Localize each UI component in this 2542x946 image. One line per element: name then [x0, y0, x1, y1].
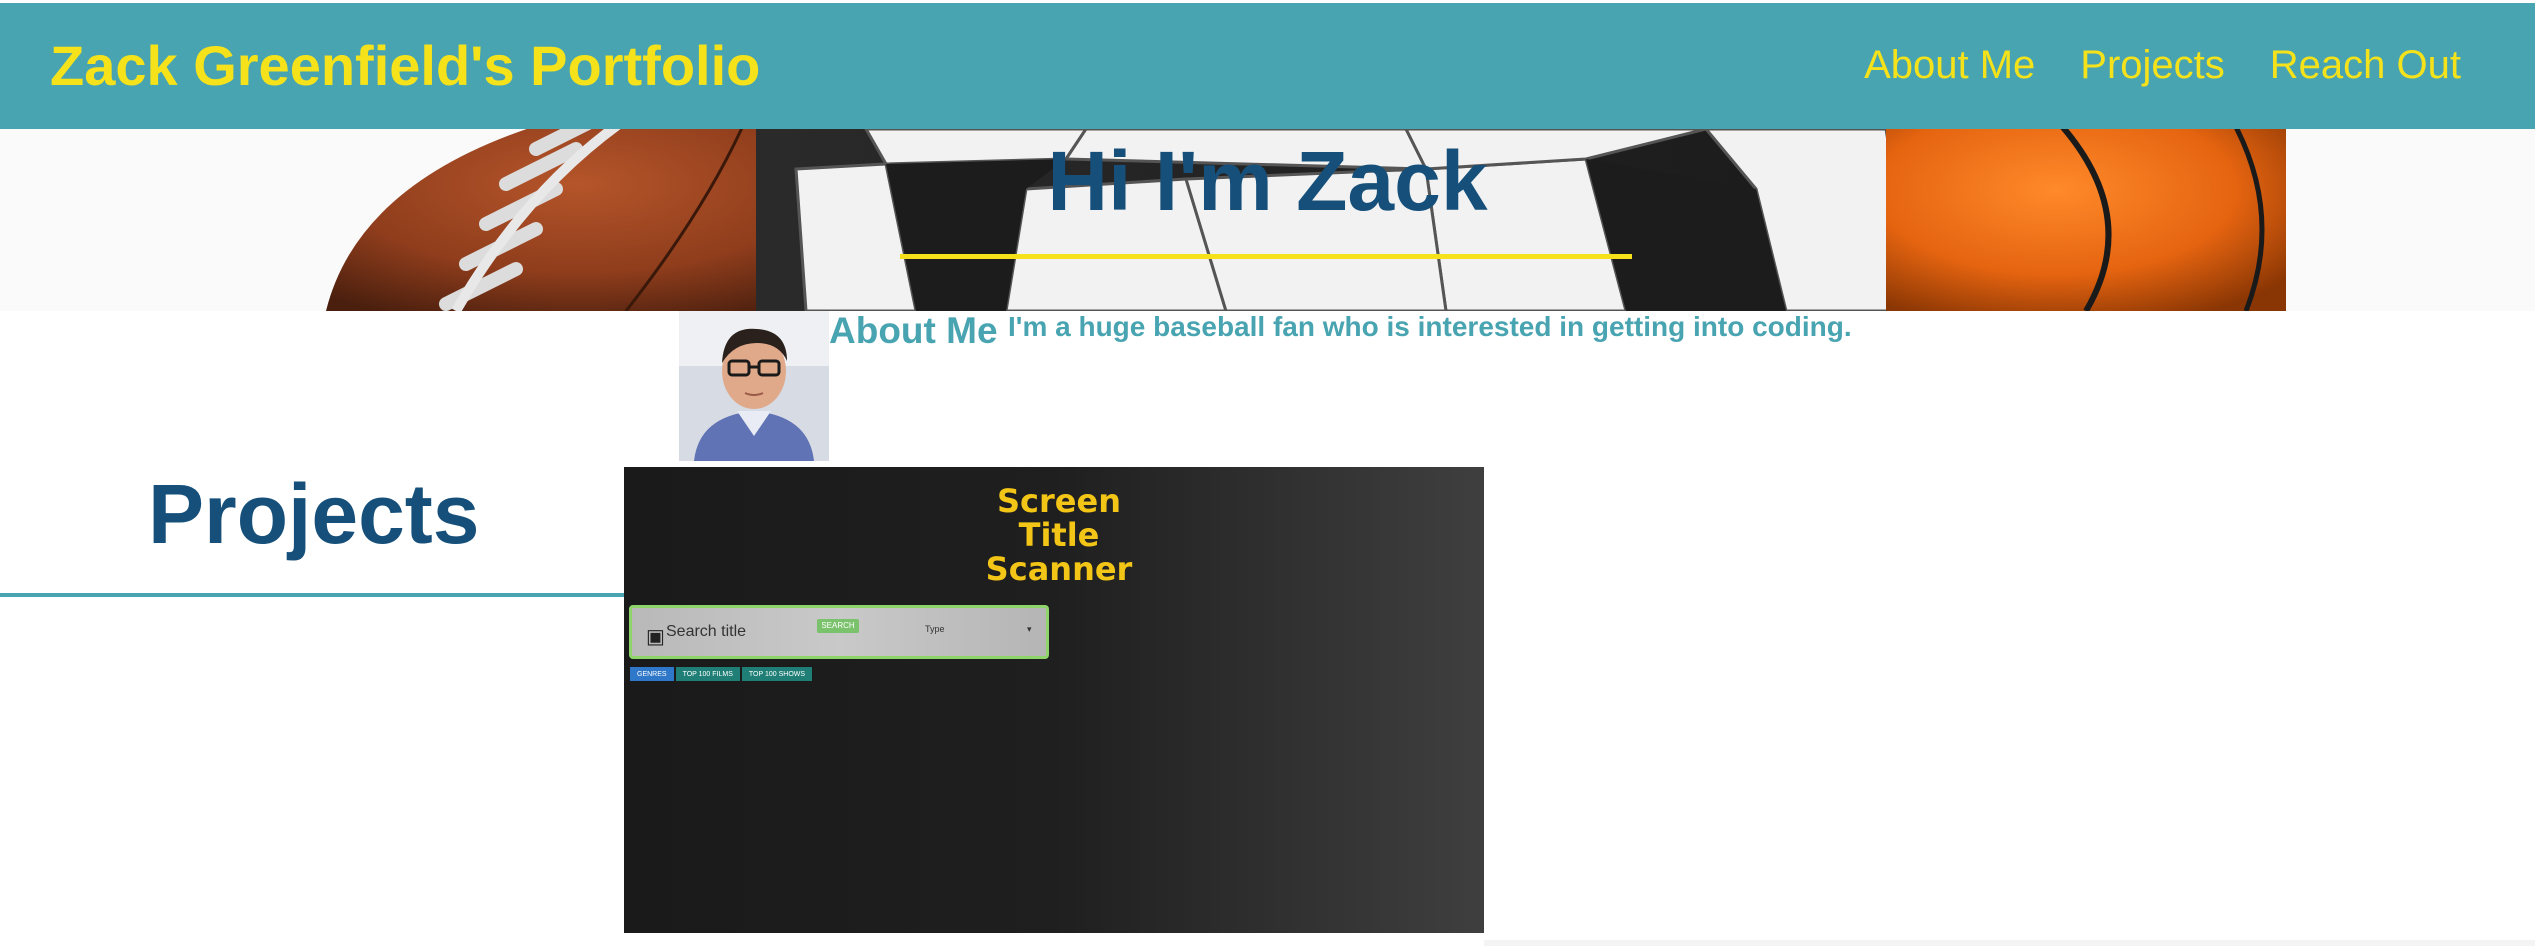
clapperboard-icon: ▣ [646, 626, 665, 648]
hero-banner: Hi I'm Zack [0, 129, 2535, 311]
portfolio-page: Zack Greenfield's Portfolio About Me Pro… [0, 0, 2542, 946]
hero-underline [900, 254, 1632, 259]
logo-line-2: Title [1018, 516, 1100, 554]
hero-title: Hi I'm Zack [1047, 134, 1488, 228]
projects-heading: Projects [148, 467, 480, 561]
chip-genres: GENRES [629, 666, 675, 682]
project-type-label: Type [925, 624, 945, 634]
project-chips: GENRES TOP 100 FILMS TOP 100 SHOWS [629, 666, 814, 682]
about-heading: About Me [829, 310, 998, 351]
project-search-button: SEARCH [817, 619, 859, 633]
profile-photo [679, 311, 829, 461]
nav-about-me[interactable]: About Me [1864, 43, 2035, 88]
about-text: I'm a huge baseball fan who is intereste… [1008, 311, 1852, 342]
profile-photo-image [679, 311, 829, 461]
project-screen-title-scanner[interactable]: Screen Title Scanner ▣ Search title SEAR… [624, 467, 1484, 933]
chip-top-shows: TOP 100 SHOWS [740, 666, 814, 682]
nav-reach-out[interactable]: Reach Out [2270, 43, 2461, 88]
chip-top-films: TOP 100 FILMS [674, 666, 741, 682]
logo-line-1: Screen [997, 482, 1121, 520]
project-logo: Screen Title Scanner [979, 484, 1139, 586]
nav-projects[interactable]: Projects [2080, 43, 2225, 88]
caret-down-icon: ▾ [1027, 624, 1032, 634]
project-search-placeholder: Search title [666, 623, 747, 640]
site-header: Zack Greenfield's Portfolio About Me Pro… [0, 3, 2535, 129]
projects-underline [0, 593, 624, 597]
project-search-bar: ▣ Search title SEARCH Type ▾ [629, 605, 1049, 659]
site-title: Zack Greenfield's Portfolio [50, 34, 761, 97]
logo-line-3: Scanner [985, 550, 1133, 588]
main-nav: About Me Projects Reach Out [1864, 43, 2461, 88]
bottom-strip [1484, 940, 2535, 946]
